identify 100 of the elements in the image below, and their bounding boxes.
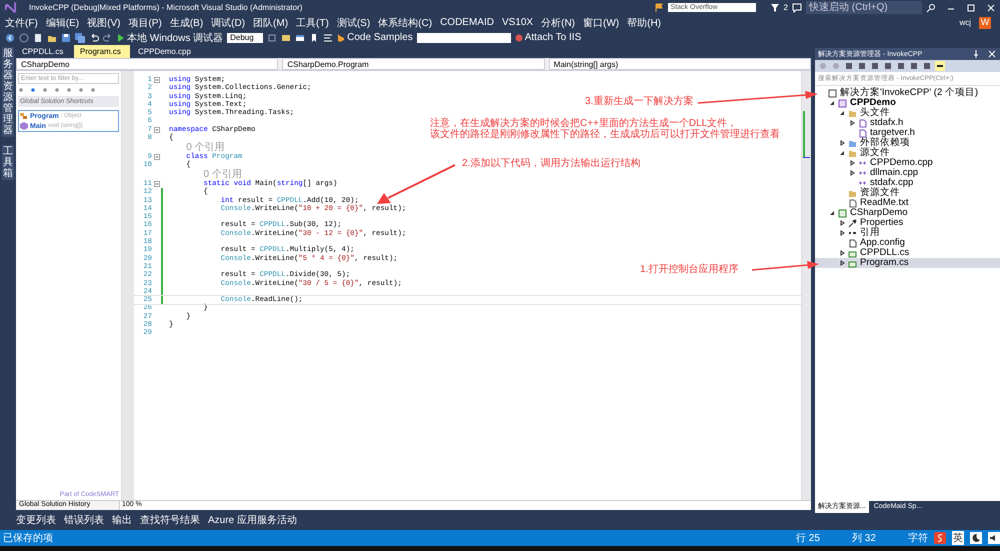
panel-tab[interactable]: 错误列表 <box>64 513 104 527</box>
samples-dropdown[interactable] <box>416 32 511 42</box>
code-samples-button[interactable]: Code Samples <box>337 32 413 43</box>
file-icon <box>848 198 857 208</box>
collapse-icon[interactable] <box>154 154 160 160</box>
annotation-text: 1.打开控制台应用程序 <box>640 264 738 275</box>
save-all-icon[interactable] <box>75 32 85 42</box>
play-icon <box>117 34 125 42</box>
flag-icon[interactable] <box>654 2 664 12</box>
speaker-icon[interactable] <box>988 532 1000 544</box>
document-tab[interactable]: CPPDLL.cs <box>16 45 72 58</box>
menu-item[interactable]: 编辑(E) <box>46 16 80 30</box>
class-icon <box>20 112 28 120</box>
tree-item[interactable]: dllmain.cpp <box>815 168 1000 178</box>
attach-to-iis-button[interactable]: Attach To IIS <box>514 32 582 43</box>
collapse-icon[interactable] <box>154 126 160 133</box>
menu-item[interactable]: 分析(N) <box>541 16 575 30</box>
menu-item[interactable]: 团队(M) <box>253 16 288 30</box>
side-tab[interactable]: 工具箱 <box>2 145 14 180</box>
char-indicator: 字符 <box>908 532 928 545</box>
menu-item[interactable]: 生成(B) <box>170 16 204 30</box>
tree-item[interactable]: CPPDemo.cpp <box>815 158 1000 168</box>
expanded-caret-icon[interactable] <box>839 150 845 156</box>
forward-icon[interactable] <box>19 32 29 42</box>
panel-tab[interactable]: 输出 <box>112 513 132 527</box>
tree-item[interactable]: stdafx.cpp <box>815 178 1000 188</box>
collapse-icon[interactable] <box>154 77 160 84</box>
ribbon-icon <box>337 34 346 42</box>
toolbar-icon[interactable] <box>267 32 278 42</box>
tree-item[interactable]: stdafx.h <box>815 118 1000 128</box>
tree-item[interactable]: App.config <box>815 238 1000 248</box>
expanded-caret-icon[interactable] <box>829 210 835 216</box>
tree-item[interactable]: ReadMe.txt <box>815 198 1000 208</box>
maximize-icon[interactable] <box>966 2 976 12</box>
start-debug-button[interactable]: 本地 Windows 调试器 <box>117 30 224 44</box>
folder-icon <box>848 108 857 118</box>
panel-tab[interactable]: 查找符号结果 <box>140 513 200 527</box>
menu-item[interactable]: VS10X <box>502 17 534 28</box>
save-icon[interactable] <box>61 32 71 42</box>
navigation-dropdown[interactable]: CSharpDemo.Program <box>282 58 545 70</box>
tree-item[interactable]: targetver.h <box>815 128 1000 138</box>
solution-icon <box>828 88 837 98</box>
collapsed-caret-icon[interactable] <box>849 120 855 126</box>
back-icon[interactable] <box>5 32 15 42</box>
window-icon[interactable] <box>295 32 306 42</box>
record-icon <box>514 34 523 42</box>
tree-item[interactable]: 头文件 <box>815 108 1000 118</box>
tree-item[interactable]: Program.cs <box>815 258 1000 268</box>
pin-icon[interactable] <box>971 49 981 59</box>
menu-item[interactable]: 文件(F) <box>5 16 38 30</box>
chat-icon[interactable] <box>792 2 802 12</box>
scroll-bar[interactable] <box>801 71 811 500</box>
new-project-icon[interactable] <box>33 32 43 42</box>
navigation-dropdown[interactable]: Main(string[] args) <box>548 58 811 70</box>
tree-item[interactable]: CSharpDemo <box>815 208 1000 218</box>
folder-icon <box>848 188 857 198</box>
plus-plus-icon <box>858 158 867 168</box>
tree-item[interactable]: 引用 <box>815 228 1000 238</box>
menu-item[interactable]: 调试(D) <box>211 16 246 30</box>
close-icon[interactable] <box>986 2 996 12</box>
annotation-text: 2.添加以下代码，调用方法输出运行结构 <box>462 158 640 169</box>
menu-item[interactable]: CODEMAID <box>440 17 494 28</box>
language-toggle[interactable]: 英 <box>952 531 964 545</box>
menu-item[interactable]: 测试(S) <box>336 16 370 30</box>
collapse-icon[interactable] <box>154 181 160 188</box>
configuration-dropdown[interactable]: Debug <box>227 32 264 42</box>
tree-item[interactable]: 源文件 <box>815 148 1000 158</box>
menu-item[interactable]: 窗口(W) <box>583 16 620 30</box>
document-tab[interactable]: Program.cs <box>74 45 130 58</box>
input-method-icon[interactable] <box>934 532 946 544</box>
menu-item[interactable]: 工具(T) <box>296 16 329 30</box>
side-tab[interactable]: 服务器资源管理器 <box>2 47 14 137</box>
user-name[interactable]: wcj <box>959 18 971 27</box>
tree-item[interactable]: 外部依赖项 <box>815 138 1000 148</box>
preview-icon[interactable] <box>935 61 945 71</box>
menu-item[interactable]: 帮助(H) <box>627 16 661 30</box>
menu-item[interactable]: 项目(P) <box>128 16 162 30</box>
line-indicator: 行 25 <box>796 532 821 545</box>
tree-item[interactable]: CPPDemo <box>815 98 1000 108</box>
tree-item[interactable]: 解决方案'InvokeCPP' (2 个项目) <box>815 88 1000 98</box>
notification-count: 2 <box>784 3 788 12</box>
panel-tab[interactable]: 变更列表 <box>16 513 56 527</box>
tree-item[interactable]: CPPDLL.cs <box>815 248 1000 258</box>
search-icon[interactable] <box>926 2 936 12</box>
annotation-arrow <box>752 261 819 271</box>
undo-icon[interactable] <box>89 32 99 42</box>
redo-icon[interactable] <box>103 32 113 42</box>
window-title: InvokeCPP (Debug|Mixed Platforms) - Microsoft Visual Studio (Administrator) <box>29 3 302 12</box>
tree-item[interactable]: Properties <box>815 218 1000 228</box>
menu-item[interactable]: 视图(V) <box>87 16 120 30</box>
plus-plus-icon <box>858 178 867 188</box>
tree-item[interactable]: 资源文件 <box>815 188 1000 198</box>
panel-tab[interactable]: Azure 应用服务活动 <box>208 513 297 527</box>
menu-item[interactable]: 体系结构(C) <box>378 16 432 30</box>
moon-icon[interactable] <box>970 532 982 544</box>
navigation-dropdown[interactable]: CSharpDemo <box>16 58 278 70</box>
collapsed-caret-icon[interactable] <box>839 140 845 146</box>
filter-icon[interactable] <box>770 2 780 12</box>
close-icon[interactable] <box>987 49 997 59</box>
quick-launch-field[interactable]: 快速启动 (Ctrl+Q) <box>806 1 922 14</box>
